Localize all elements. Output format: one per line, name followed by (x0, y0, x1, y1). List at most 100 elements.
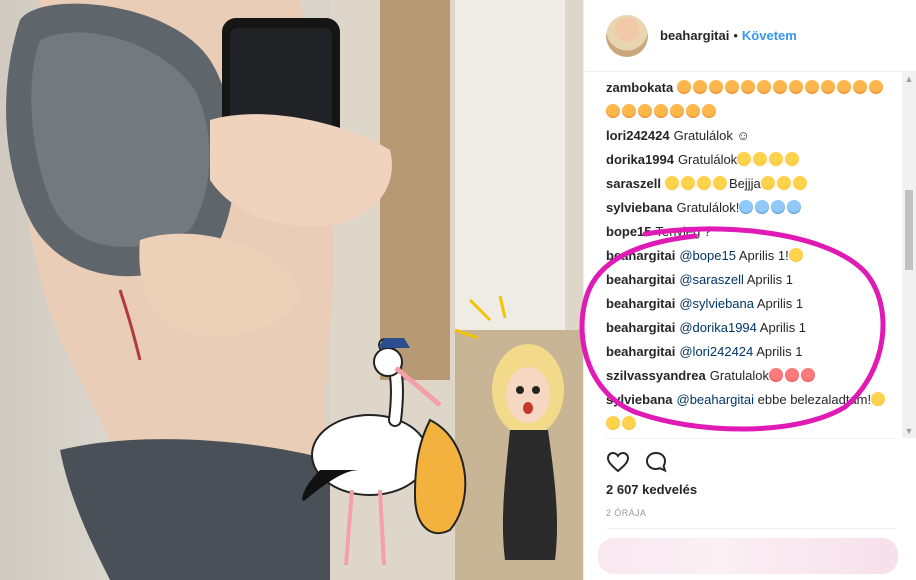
comment-text: ebbe belezaladtam! (757, 392, 872, 407)
emoji-icon (739, 200, 754, 214)
emoji-icon (792, 176, 807, 190)
scrollbar-thumb[interactable] (905, 190, 913, 270)
emoji-icon (741, 80, 756, 94)
emoji-icon (702, 104, 716, 118)
comment-row: sylviebana @beahargitai ebbe belezaladtam… (606, 388, 896, 436)
emoji-icon (800, 368, 815, 382)
emoji-icon (805, 80, 820, 94)
emoji-icon (622, 416, 636, 430)
follow-button[interactable]: Követem (742, 28, 797, 43)
comment-mention[interactable]: @saraszell (679, 272, 744, 287)
comment-username[interactable]: szilvassyandrea (606, 368, 706, 383)
emoji-icon (768, 368, 783, 382)
emoji-icon (837, 80, 852, 94)
comment-text: Aprilis 1 (746, 272, 794, 287)
emoji-icon (696, 176, 711, 190)
post-sidebar: beahargitai • Követem zambokata lori24242… (583, 0, 916, 580)
comment-row: bope15 Tenyleg ? (606, 220, 896, 244)
emoji-icon (664, 176, 679, 190)
emoji-icon (670, 104, 684, 118)
emoji-icon (753, 152, 768, 166)
comment-mention[interactable]: @sylviebana (679, 296, 754, 311)
emoji-icon (776, 176, 791, 190)
emoji-icon (789, 80, 804, 94)
emoji-icon (771, 200, 786, 214)
emoji-icon (622, 104, 636, 118)
comment-username[interactable]: sylviebana (606, 200, 673, 215)
comment-username[interactable]: saraszell (606, 176, 661, 191)
comment-text: Aprilis 1 (759, 320, 807, 335)
emoji-icon (606, 416, 620, 430)
comment-username[interactable]: beahargitai (606, 344, 675, 359)
comment-username[interactable]: beahargitai (606, 296, 675, 311)
comment-text: Aprilis 1 (756, 344, 803, 359)
comment-row: beahargitai @saraszell Aprilis 1 (606, 268, 896, 292)
scroll-down-icon[interactable]: ▼ (902, 424, 916, 438)
emoji-icon (709, 80, 724, 94)
emoji-icon (680, 176, 695, 190)
comment-list: zambokata lori242424 Gratulálok ☺ dorika199… (606, 76, 896, 436)
like-count[interactable]: 2 607 kedvelés (606, 482, 697, 497)
comment-text: Aprilis 1 (756, 296, 804, 311)
comment-row: beahargitai @dorika1994 Aprilis 1 (606, 316, 896, 340)
emoji-icon (853, 80, 868, 94)
comment-username[interactable]: beahargitai (606, 248, 675, 263)
comment-row: beahargitai @bope15 Aprilis 1! (606, 244, 896, 268)
emoji-icon (654, 104, 668, 118)
comment-row: sylviebana Gratulálok! (606, 196, 896, 220)
emoji-icon (821, 80, 836, 94)
emoji-icon (725, 80, 740, 94)
divider (606, 438, 896, 439)
emoji-icon (869, 80, 884, 94)
emoji-icon (686, 104, 700, 118)
emoji-icon (773, 80, 788, 94)
emoji-icon (712, 176, 727, 190)
comments-scrollbar[interactable]: ▲ ▼ (902, 72, 916, 438)
comment-text: Gratulalok (709, 368, 769, 383)
comment-row: saraszell Bejjja (606, 172, 896, 196)
comment-text: Gratulálok (677, 152, 738, 167)
header-username[interactable]: beahargitai (660, 28, 729, 43)
comment-username[interactable]: dorika1994 (606, 152, 674, 167)
comment-username[interactable]: lori242424 (606, 128, 670, 143)
emoji-icon (785, 152, 800, 166)
heart-icon[interactable] (606, 450, 630, 474)
post-photo (0, 0, 583, 580)
comment-row: beahargitai @sylviebana Aprilis 1 (606, 292, 896, 316)
comment-row: lori242424 Gratulálok ☺ (606, 124, 896, 148)
comment-text: Aprilis 1! (738, 248, 789, 263)
avatar[interactable] (606, 14, 648, 57)
comment-text: Tenyleg ? (655, 224, 712, 239)
emoji-icon (638, 104, 652, 118)
comment-username[interactable]: sylviebana (606, 392, 673, 407)
comment-text: Bejjja (728, 176, 761, 191)
emoji-icon (693, 80, 708, 94)
comment-username[interactable]: zambokata (606, 80, 673, 95)
comment-mention[interactable]: @dorika1994 (679, 320, 757, 335)
comment-input-blurred[interactable] (598, 538, 898, 574)
emoji-icon (677, 80, 692, 94)
comment-username[interactable]: beahargitai (606, 272, 675, 287)
emoji-icon (737, 152, 752, 166)
emoji-icon (606, 104, 620, 118)
emoji-icon (769, 152, 784, 166)
comment-mention[interactable]: @bope15 (679, 248, 736, 263)
emoji-icon (760, 176, 775, 190)
emoji-icon (784, 368, 799, 382)
comment-text: Gratulálok! (676, 200, 740, 215)
scroll-up-icon[interactable]: ▲ (902, 72, 916, 86)
post-actions (606, 450, 668, 474)
post-time: 2 ÓRÁJA (606, 508, 647, 518)
comment-row: dorika1994 Gratulálok (606, 148, 896, 172)
comment-username[interactable]: beahargitai (606, 320, 675, 335)
divider (606, 528, 896, 529)
comment-username[interactable]: bope15 (606, 224, 652, 239)
header-separator: • (733, 28, 738, 43)
emoji-icon (787, 200, 802, 214)
post-header: beahargitai • Követem (584, 0, 916, 72)
comment-row: zambokata (606, 76, 896, 124)
comment-mention[interactable]: @lori242424 (679, 344, 753, 359)
speech-bubble-icon[interactable] (644, 450, 668, 474)
comment-mention[interactable]: @beahargitai (677, 392, 755, 407)
emoji-icon (755, 200, 770, 214)
